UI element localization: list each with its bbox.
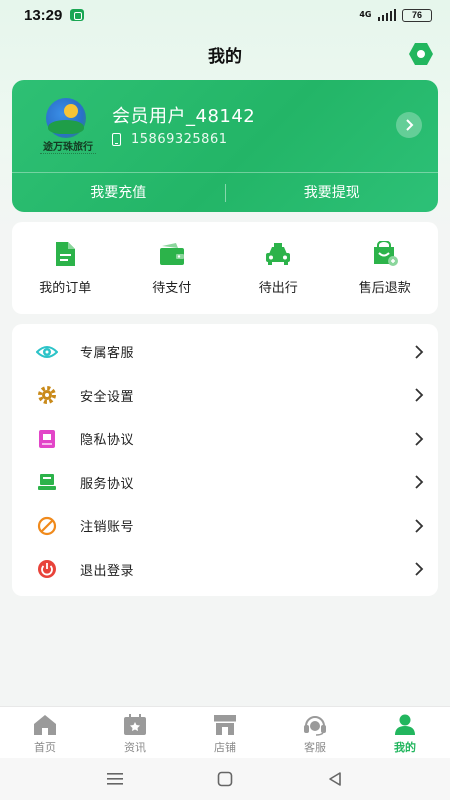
- menu-item-service-agreement[interactable]: 服务协议: [12, 461, 438, 505]
- power-icon: [36, 558, 58, 580]
- headset-icon: [302, 713, 328, 737]
- logo-emblem: [46, 98, 86, 138]
- gear-icon: [36, 384, 58, 406]
- status-time: 13:29: [24, 6, 63, 24]
- profile-icon: [392, 713, 418, 737]
- recharge-button[interactable]: 我要充值: [12, 173, 225, 213]
- chevron-right-icon: [412, 388, 426, 402]
- eye-icon: [36, 341, 58, 363]
- order-label: 待出行: [258, 280, 298, 296]
- card-actions: 我要充值 我要提现: [12, 172, 438, 212]
- profile-arrow-button[interactable]: [396, 112, 422, 138]
- page-header: 我的: [0, 36, 450, 72]
- menu-item-customer-service[interactable]: 专属客服: [12, 330, 438, 374]
- status-indicators: 4G 76: [359, 8, 432, 22]
- menu-label: 安全设置: [80, 389, 135, 405]
- nav-item-home[interactable]: 首页: [0, 707, 90, 758]
- system-nav-bar: [0, 758, 450, 800]
- menu-label: 服务协议: [80, 476, 135, 492]
- page-title: 我的: [208, 46, 242, 67]
- menu-item-delete-account[interactable]: 注销账号: [12, 504, 438, 548]
- logo-text: 途万珠旅行: [43, 142, 93, 153]
- menu-label: 隐私协议: [80, 433, 135, 449]
- home-icon: [32, 713, 58, 737]
- nav-label: 店铺: [214, 741, 236, 754]
- battery-icon: 76: [402, 8, 432, 22]
- nav-item-mine[interactable]: 我的: [360, 707, 450, 758]
- network-type: 4G: [359, 10, 372, 19]
- brand-logo: 途万珠旅行: [34, 98, 102, 162]
- menu-label: 专属客服: [80, 346, 135, 362]
- phone-number: 15869325861: [131, 132, 228, 147]
- signal-icon: [377, 9, 396, 21]
- order-label: 待支付: [152, 280, 192, 296]
- wallet-icon: [158, 241, 186, 267]
- status-bar: 13:29 4G 76: [0, 0, 450, 30]
- nav-item-news[interactable]: 资讯: [90, 707, 180, 758]
- withdraw-button[interactable]: 我要提现: [226, 173, 439, 213]
- username: 会员用户_48142: [112, 106, 256, 127]
- nav-item-service[interactable]: 客服: [270, 707, 360, 758]
- chevron-right-icon: [412, 345, 426, 359]
- hexagon-settings-icon[interactable]: [408, 42, 434, 66]
- orders-panel: 我的订单 待支付 待出行 售后退款: [12, 222, 438, 314]
- phone-row: 15869325861: [112, 132, 227, 147]
- nav-label: 资讯: [124, 741, 146, 754]
- logo-decoration: [40, 153, 96, 156]
- order-item-my-orders[interactable]: 我的订单: [12, 241, 119, 296]
- order-label: 我的订单: [39, 280, 92, 296]
- order-label: 售后退款: [358, 280, 411, 296]
- order-item-pending-trip[interactable]: 待出行: [225, 241, 332, 296]
- shopping-bag-icon: [371, 240, 399, 267]
- laptop-icon: [36, 471, 58, 493]
- menu-item-logout[interactable]: 退出登录: [12, 548, 438, 592]
- nav-item-store[interactable]: 店铺: [180, 707, 270, 758]
- bottom-nav: 首页 资讯 店铺 客服 我的: [0, 706, 450, 758]
- menu-item-privacy[interactable]: 隐私协议: [12, 417, 438, 461]
- document-icon: [51, 241, 79, 267]
- chevron-right-icon: [412, 519, 426, 533]
- menu-icon[interactable]: [100, 764, 130, 794]
- privacy-icon: [36, 428, 58, 450]
- order-item-refund[interactable]: 售后退款: [332, 240, 439, 296]
- member-card: 途万珠旅行 会员用户_48142 15869325861 我要充值 我要提现: [12, 80, 438, 212]
- menu-label: 注销账号: [80, 520, 135, 536]
- prohibit-icon: [36, 515, 58, 537]
- nav-label: 客服: [304, 741, 326, 754]
- chevron-right-icon: [412, 475, 426, 489]
- phone-icon: [112, 133, 121, 146]
- app-notification-icon: [70, 9, 85, 21]
- chevron-right-icon: [406, 119, 414, 131]
- back-icon[interactable]: [320, 764, 350, 794]
- nav-label: 我的: [394, 741, 416, 754]
- chevron-right-icon: [412, 562, 426, 576]
- chevron-right-icon: [412, 432, 426, 446]
- home-square-icon[interactable]: [210, 764, 240, 794]
- nav-label: 首页: [34, 741, 56, 754]
- taxi-icon: [264, 241, 292, 267]
- store-icon: [212, 713, 238, 737]
- news-icon: [122, 713, 148, 737]
- menu-item-security[interactable]: 安全设置: [12, 374, 438, 418]
- order-item-pending-payment[interactable]: 待支付: [119, 241, 226, 296]
- menu-label: 退出登录: [80, 563, 135, 579]
- settings-menu: 专属客服 安全设置 隐私协议 服务协议 注销账号 退出登录: [12, 324, 438, 596]
